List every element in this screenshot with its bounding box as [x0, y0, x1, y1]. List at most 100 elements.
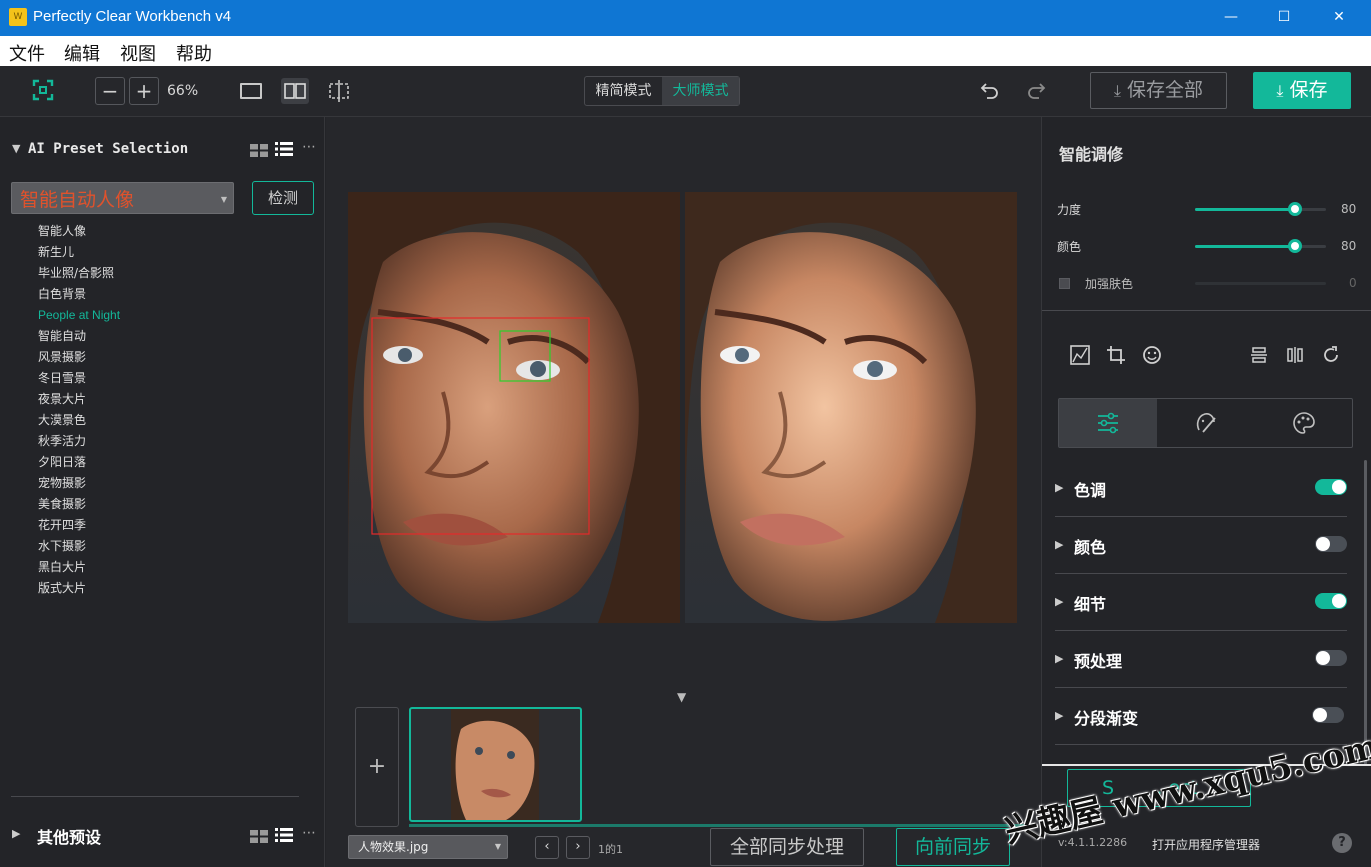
split-view-button[interactable]	[281, 78, 309, 104]
help-icon[interactable]: ?	[1332, 833, 1352, 853]
preset-item[interactable]: 毕业照/合影照	[38, 263, 120, 284]
app-manager-link[interactable]: 打开应用程序管理器	[1152, 836, 1260, 853]
section-detail-label: 细节	[1074, 595, 1107, 614]
preset-item[interactable]: 白色背景	[38, 284, 120, 305]
enhance-skin-checkbox[interactable]	[1059, 278, 1070, 289]
tab-beautify[interactable]	[1157, 399, 1255, 447]
mode-master-button[interactable]: 大师模式	[662, 77, 739, 105]
compare-view-icon[interactable]	[327, 79, 351, 103]
enhance-skin-slider[interactable]	[1195, 282, 1326, 285]
zoom-in-button[interactable]: +	[129, 77, 159, 105]
save-all-button[interactable]: ⤓ 保存全部	[1090, 72, 1227, 109]
preset-item[interactable]: 夕阳日落	[38, 452, 120, 473]
adjust-tabs	[1058, 398, 1353, 448]
flip-vertical-icon[interactable]	[1248, 344, 1270, 366]
filmstrip-toggle-icon[interactable]: ▼	[677, 690, 686, 704]
maximize-button[interactable]: ☐	[1261, 0, 1307, 34]
preset-item-active[interactable]: People at Night	[38, 305, 120, 326]
redo-icon[interactable]	[1025, 79, 1047, 101]
strength-slider[interactable]	[1195, 208, 1326, 211]
face-brush-icon	[1196, 413, 1216, 433]
collapse-arrow-icon[interactable]: ▼	[12, 142, 20, 155]
mode-switch: 精简模式 大师模式	[584, 76, 740, 106]
section-tone-label: 色调	[1074, 481, 1107, 500]
strength-value: 80	[1341, 202, 1357, 216]
other-presets-title[interactable]: 其他预设	[37, 824, 101, 848]
preset-item[interactable]: 新生儿	[38, 242, 120, 263]
preset-item[interactable]: 夜景大片	[38, 389, 120, 410]
scrollbar[interactable]	[1364, 460, 1367, 765]
single-view-icon[interactable]	[240, 83, 262, 99]
menu-edit[interactable]: 编辑	[64, 40, 100, 66]
graduated-toggle[interactable]	[1312, 707, 1344, 723]
preset-item[interactable]: 宠物摄影	[38, 473, 120, 494]
rotate-icon[interactable]	[1320, 344, 1342, 366]
before-image[interactable]	[348, 192, 680, 623]
section-preprocess[interactable]: ▶ 预处理	[1055, 631, 1347, 688]
grid-view-icon[interactable]	[250, 142, 268, 157]
preset-item[interactable]: 水下摄影	[38, 536, 120, 557]
color-slider[interactable]	[1195, 245, 1326, 248]
divider	[1042, 310, 1371, 311]
fit-screen-icon[interactable]	[32, 79, 54, 101]
palette-icon	[1293, 412, 1315, 434]
undo-icon[interactable]	[979, 79, 1001, 101]
menu-help[interactable]: 帮助	[176, 40, 212, 66]
tone-toggle[interactable]	[1315, 479, 1347, 495]
preprocess-toggle[interactable]	[1315, 650, 1347, 666]
preset-item[interactable]: 冬日雪景	[38, 368, 120, 389]
save-button[interactable]: ⤓ 保存	[1253, 72, 1351, 109]
save-all-label: 保存全部	[1127, 79, 1204, 101]
crop-icon[interactable]	[1105, 344, 1127, 366]
slider-fill	[1195, 245, 1295, 248]
more-icon[interactable]: ⋯	[302, 825, 316, 841]
preset-item[interactable]: 风景摄影	[38, 347, 120, 368]
preset-item[interactable]: 智能自动	[38, 326, 120, 347]
preset-item[interactable]: 花开四季	[38, 515, 120, 536]
sync-forward-button[interactable]: 向前同步	[896, 828, 1010, 866]
minimize-button[interactable]: —	[1208, 0, 1254, 34]
add-image-button[interactable]: +	[355, 707, 399, 827]
face-icon[interactable]	[1141, 344, 1163, 366]
expand-arrow-icon[interactable]: ▶	[12, 827, 20, 840]
preset-item[interactable]: 秋季活力	[38, 431, 120, 452]
slider-handle[interactable]	[1288, 239, 1302, 253]
next-image-button[interactable]: ›	[566, 836, 590, 859]
histogram-icon[interactable]	[1069, 344, 1091, 366]
preset-item[interactable]: 智能人像	[38, 221, 120, 242]
page-indicator: 1的1	[598, 843, 623, 856]
section-color[interactable]: ▶ 颜色	[1055, 517, 1347, 574]
menu-file[interactable]: 文件	[9, 40, 45, 66]
preset-dropdown[interactable]: 智能自动人像 ▼	[11, 182, 234, 214]
progress-bar	[409, 824, 1029, 827]
detail-toggle[interactable]	[1315, 593, 1347, 609]
prev-image-button[interactable]: ‹	[535, 836, 559, 859]
preset-item[interactable]: 版式大片	[38, 578, 120, 599]
flip-horizontal-icon[interactable]	[1284, 344, 1306, 366]
preset-item[interactable]: 大漠景色	[38, 410, 120, 431]
after-image[interactable]	[685, 192, 1017, 623]
canvas-area: ▼ + 人物效果.jpg ▼ ‹ › 1的1 全部同步处理 向前同步	[326, 117, 1041, 867]
expand-arrow-icon: ▶	[1055, 481, 1064, 494]
detect-button[interactable]: 检测	[252, 181, 314, 215]
color-toggle[interactable]	[1315, 536, 1347, 552]
toggle-knob	[1316, 537, 1330, 551]
file-dropdown[interactable]: 人物效果.jpg ▼	[348, 835, 508, 859]
section-tone[interactable]: ▶ 色调	[1055, 460, 1347, 517]
grid-view-icon[interactable]	[250, 828, 268, 843]
preset-item[interactable]: 黑白大片	[38, 557, 120, 578]
more-icon[interactable]: ⋯	[302, 139, 316, 155]
preset-item[interactable]: 美食摄影	[38, 494, 120, 515]
close-button[interactable]: ✕	[1316, 0, 1362, 34]
mode-simple-button[interactable]: 精简模式	[585, 77, 662, 105]
tab-adjust[interactable]	[1059, 399, 1157, 447]
list-view-icon[interactable]	[275, 827, 293, 842]
zoom-out-button[interactable]: −	[95, 77, 125, 105]
list-view-icon[interactable]	[275, 141, 293, 156]
tab-creative[interactable]	[1255, 399, 1353, 447]
thumbnail-item[interactable]	[409, 707, 582, 822]
section-detail[interactable]: ▶ 细节	[1055, 574, 1347, 631]
sync-all-button[interactable]: 全部同步处理	[710, 828, 864, 866]
menu-view[interactable]: 视图	[120, 40, 156, 66]
slider-handle[interactable]	[1288, 202, 1302, 216]
